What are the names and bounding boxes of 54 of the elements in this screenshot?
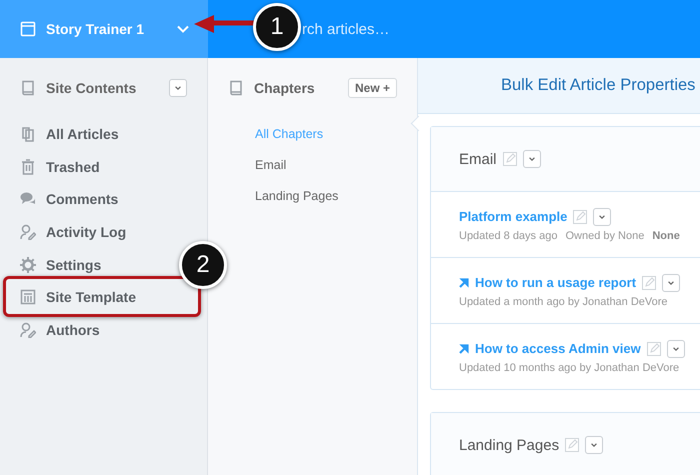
- sidebar-item[interactable]: Settings: [20, 248, 102, 281]
- trash-icon: [20, 158, 36, 175]
- edit-icon[interactable]: [642, 276, 656, 290]
- caret-icon: [590, 441, 598, 449]
- dropdown-button[interactable]: [585, 436, 604, 454]
- sidebar-item[interactable]: Trashed: [20, 150, 100, 184]
- caret-icon: [667, 278, 676, 286]
- window-icon: [20, 21, 36, 37]
- book-icon: [228, 80, 244, 96]
- sidebar-item[interactable]: All Articles: [20, 118, 119, 151]
- section-title: Email: [459, 150, 497, 168]
- page-title: Bulk Edit Article Properties: [501, 76, 696, 95]
- article-link[interactable]: Platform example: [459, 209, 568, 224]
- section-title: Landing Pages: [459, 436, 560, 454]
- article-meta: Updated 8 days ago: [459, 230, 558, 242]
- dropdown-button[interactable]: [593, 208, 612, 226]
- dropdown-button[interactable]: [666, 340, 685, 358]
- documents-icon: [20, 126, 36, 142]
- article-link[interactable]: How to run a usage report: [475, 275, 636, 290]
- chevron-icon[interactable]: [176, 24, 190, 34]
- gear-icon: [20, 256, 36, 273]
- edit-icon[interactable]: [565, 438, 580, 452]
- edit-icon[interactable]: [502, 152, 517, 166]
- article-link[interactable]: How to access Admin view: [475, 341, 641, 356]
- sidebar-item[interactable]: Comments: [20, 183, 118, 216]
- new-button[interactable]: New +: [348, 78, 397, 98]
- dropdown-button[interactable]: [522, 150, 541, 168]
- person-pencil-icon: [20, 322, 36, 338]
- article-meta: Updated 10 months ago by Jonathan DeVore: [459, 362, 680, 374]
- site-name: Story Trainer 1: [46, 21, 146, 37]
- sidebar-item[interactable]: Site Template: [20, 280, 136, 314]
- dropdown-button[interactable]: [169, 79, 187, 97]
- chapter-item[interactable]: Email: [208, 149, 417, 180]
- edit-icon[interactable]: [573, 210, 588, 224]
- book-icon: [20, 80, 36, 96]
- sidebar-item[interactable]: Authors: [20, 314, 100, 346]
- search-field[interactable]: rch articles…: [302, 20, 397, 38]
- caret-icon: [598, 212, 606, 220]
- caret-icon: [672, 344, 680, 352]
- person-pencil-icon: [20, 224, 36, 240]
- article-meta: Owned by None: [565, 230, 644, 242]
- caret-icon: [528, 155, 536, 163]
- dropdown-button[interactable]: [662, 274, 680, 292]
- article-meta: Updated a month ago by Jonathan DeVore: [459, 296, 668, 308]
- edit-icon[interactable]: [646, 342, 661, 356]
- arrow-icon: [459, 344, 469, 354]
- arrow-icon: [459, 278, 469, 288]
- caret-icon: [174, 84, 182, 92]
- chapters-title: Chapters: [254, 80, 316, 96]
- template-icon: [20, 289, 36, 306]
- sidebar-title: Site Contents: [46, 80, 138, 96]
- sidebar-item[interactable]: Activity Log: [20, 216, 126, 248]
- article-tag: None: [652, 230, 680, 242]
- chapter-item[interactable]: Landing Pages: [208, 180, 417, 211]
